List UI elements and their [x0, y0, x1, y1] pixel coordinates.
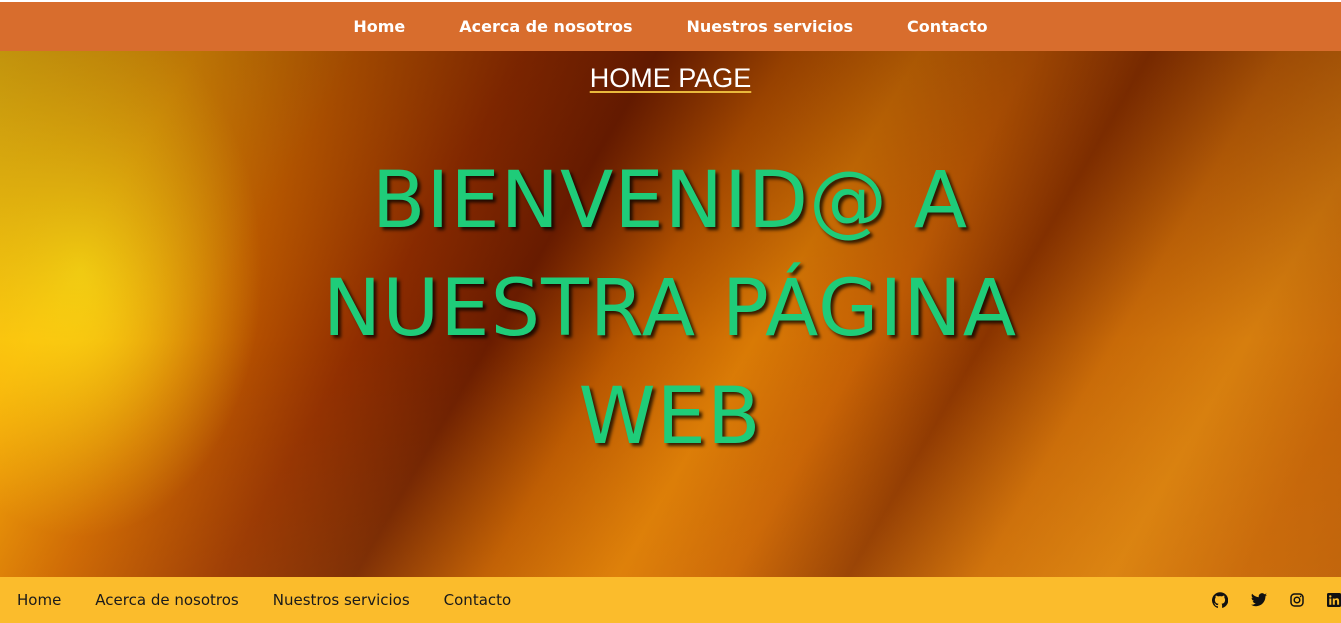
nav-link-home[interactable]: Home	[353, 17, 405, 36]
nav-link-services[interactable]: Nuestros servicios	[687, 17, 853, 36]
footer-link-services[interactable]: Nuestros servicios	[273, 591, 410, 609]
twitter-icon[interactable]	[1251, 593, 1267, 607]
top-navigation: Home Acerca de nosotros Nuestros servici…	[0, 2, 1341, 51]
footer-link-contact[interactable]: Contacto	[444, 591, 512, 609]
hero-title: BIENVENID@ A NUESTRA PÁGINA WEB	[322, 156, 1018, 462]
nav-link-contact[interactable]: Contacto	[907, 17, 988, 36]
instagram-icon[interactable]	[1290, 593, 1304, 607]
footer-link-about[interactable]: Acerca de nosotros	[95, 591, 238, 609]
footer: Home Acerca de nosotros Nuestros servici…	[0, 577, 1341, 623]
social-links	[1189, 577, 1341, 623]
hero-banner: HOME PAGE BIENVENID@ A NUESTRA PÁGINA WE…	[0, 51, 1341, 577]
footer-links: Home Acerca de nosotros Nuestros servici…	[0, 591, 545, 609]
hero-subtitle-wrap: HOME PAGE	[0, 63, 1341, 94]
footer-link-home[interactable]: Home	[17, 591, 61, 609]
hero-subtitle: HOME PAGE	[589, 63, 752, 93]
linkedin-icon[interactable]	[1327, 593, 1341, 607]
github-icon[interactable]	[1212, 592, 1228, 608]
nav-link-about[interactable]: Acerca de nosotros	[459, 17, 632, 36]
